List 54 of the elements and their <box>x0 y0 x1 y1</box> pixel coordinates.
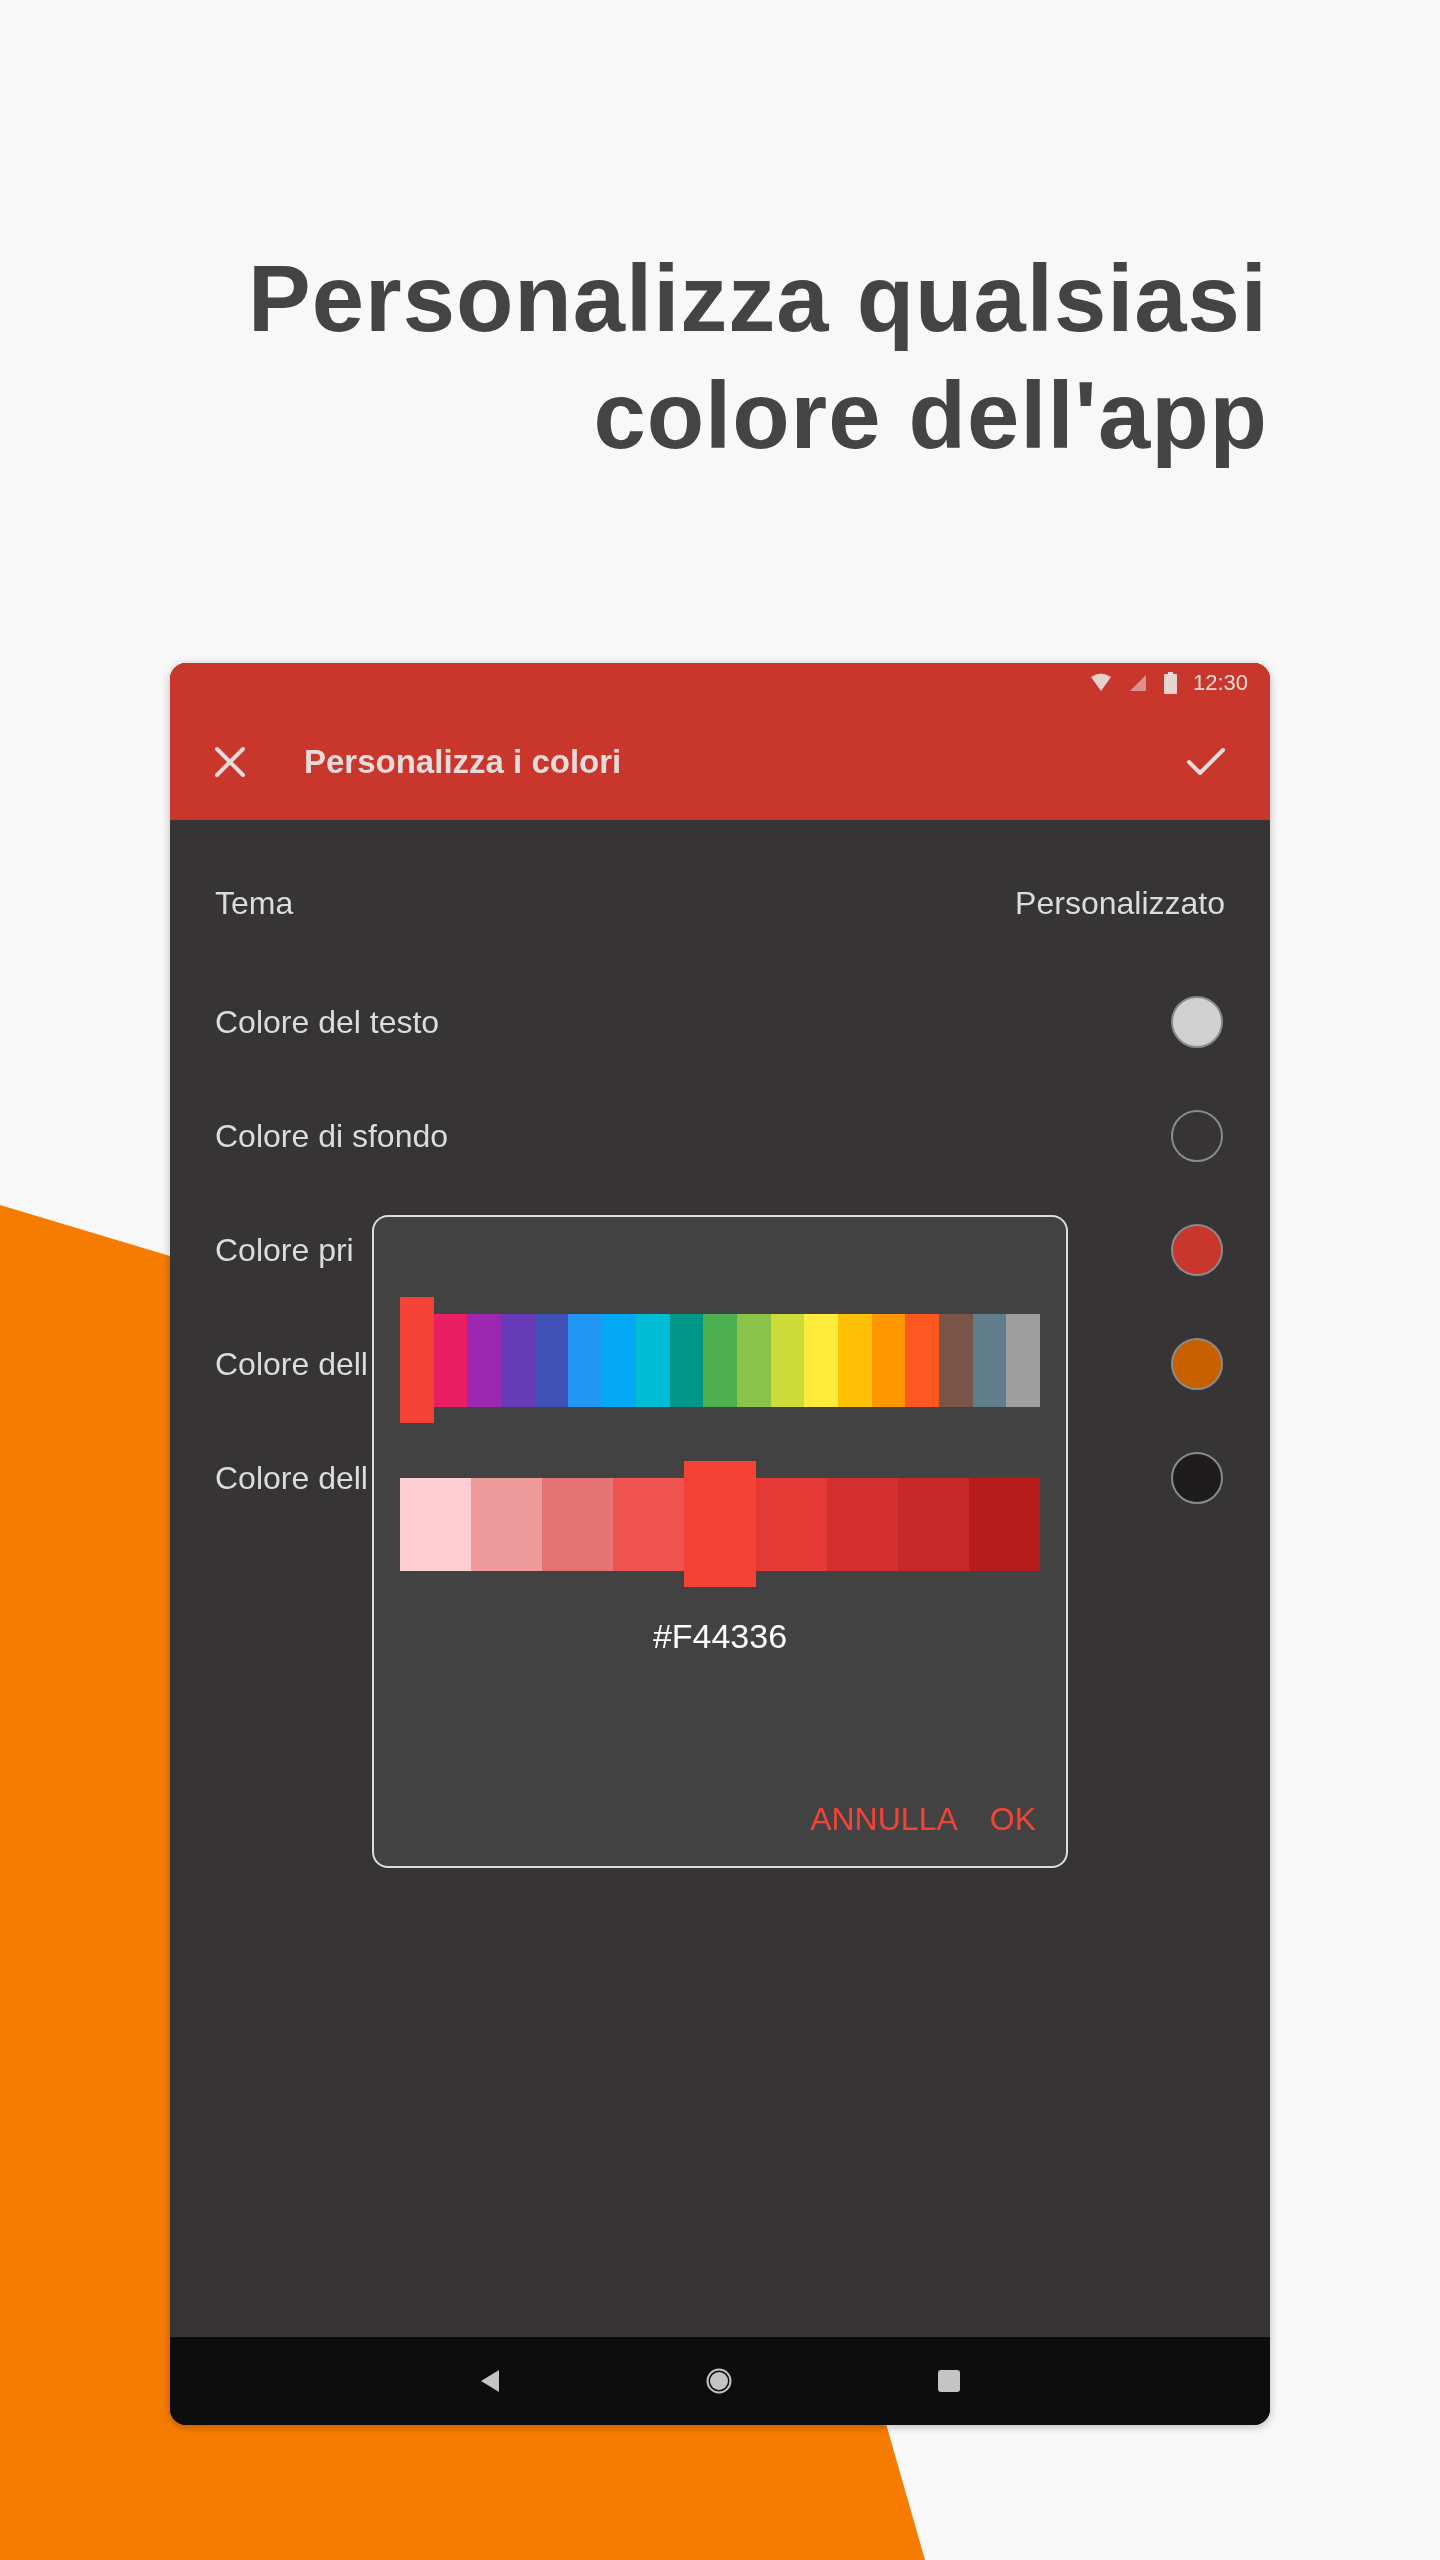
hue-swatch[interactable] <box>905 1313 939 1407</box>
recents-icon[interactable] <box>938 2370 960 2392</box>
setting-label: Colore pri <box>215 1231 354 1269</box>
status-time: 12:30 <box>1192 670 1248 696</box>
home-icon[interactable] <box>706 2368 732 2394</box>
hue-swatch[interactable] <box>602 1313 636 1407</box>
hue-swatch[interactable] <box>736 1313 771 1407</box>
hex-value: #F44336 <box>651 1617 789 1656</box>
wifi-icon <box>1089 673 1112 693</box>
hue-swatch[interactable] <box>568 1313 603 1407</box>
setting-value[interactable]: Personalizzato <box>1015 884 1225 922</box>
hue-swatch[interactable] <box>837 1313 872 1407</box>
setting-label: Colore dell <box>215 1459 368 1497</box>
color-swatch[interactable] <box>1171 1452 1223 1504</box>
hue-swatch[interactable] <box>635 1313 670 1407</box>
shade-swatch[interactable] <box>471 1477 543 1571</box>
toolbar-title: Personalizza i colori <box>304 742 623 781</box>
shade-swatch[interactable] <box>826 1477 898 1571</box>
hue-swatch[interactable] <box>804 1313 838 1407</box>
hue-swatch[interactable] <box>871 1313 906 1407</box>
shade-swatch[interactable] <box>542 1477 614 1571</box>
hue-swatch[interactable] <box>972 1313 1007 1407</box>
shade-swatch[interactable] <box>755 1477 827 1571</box>
hue-swatch[interactable] <box>669 1313 704 1407</box>
hue-swatch[interactable] <box>534 1313 569 1407</box>
hue-swatch[interactable] <box>1006 1313 1041 1407</box>
color-swatch[interactable] <box>1171 1224 1223 1276</box>
check-icon[interactable] <box>1186 746 1226 777</box>
setting-label: Tema <box>215 884 294 922</box>
hue-swatch[interactable] <box>770 1313 805 1407</box>
shade-swatch[interactable] <box>400 1477 472 1571</box>
close-icon[interactable] <box>214 745 246 778</box>
setting-label: Colore dell <box>215 1345 368 1383</box>
hue-swatch[interactable] <box>939 1313 973 1407</box>
shade-swatch[interactable] <box>897 1477 969 1571</box>
dialog-button[interactable]: OK <box>985 1793 1040 1846</box>
hue-swatch[interactable] <box>703 1313 737 1407</box>
setting-label: Colore di sfondo <box>215 1117 449 1155</box>
color-swatch[interactable] <box>1171 1338 1223 1390</box>
headline: colore dell'app <box>593 362 1268 470</box>
headline: Personalizza qualsiasi <box>248 245 1268 353</box>
shade-swatch[interactable] <box>613 1477 685 1571</box>
dialog-button[interactable]: ANNULLA <box>806 1793 962 1846</box>
shade-swatch[interactable] <box>968 1477 1040 1571</box>
hue-swatch[interactable] <box>400 1297 434 1423</box>
hue-swatch[interactable] <box>501 1313 535 1407</box>
back-icon[interactable] <box>480 2369 500 2393</box>
hue-swatch[interactable] <box>433 1313 468 1407</box>
setting-label: Colore del testo <box>215 1003 440 1041</box>
battery-icon <box>1163 672 1177 694</box>
color-swatch[interactable] <box>1171 996 1223 1048</box>
color-swatch[interactable] <box>1171 1110 1223 1162</box>
hue-swatch[interactable] <box>467 1313 502 1407</box>
shade-swatch[interactable] <box>684 1461 756 1587</box>
